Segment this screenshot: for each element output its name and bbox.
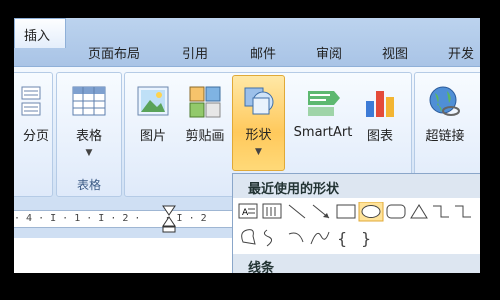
lines-title: 线条 [248,261,275,273]
table-button[interactable]: 表格 ▼ [57,85,121,159]
svg-text:A: A [242,208,249,218]
curve-shape-icon[interactable] [310,231,330,245]
arc-shape-icon[interactable] [288,232,304,243]
tab-references[interactable]: 引用 [182,43,208,62]
group-pages: 分页 [14,72,53,197]
hyperlink-globe-icon [429,86,460,116]
triangle-shape-icon[interactable] [410,204,428,219]
table-label: 表格 [75,129,102,144]
shapes-icon [244,87,273,115]
lines-header: 线条 [233,254,480,273]
table-dropdown-arrow-icon: ▼ [85,148,93,158]
group-tables: 表格 ▼ 表格 [56,72,122,197]
scribble-shape-icon[interactable] [263,229,273,247]
text-box-shape-icon[interactable]: A [238,203,258,219]
hyperlink-label: 超链接 [425,129,465,144]
shapes-button[interactable]: 形状 ▼ [232,75,285,171]
rectangle-shape-icon[interactable] [336,204,356,219]
line-shape-icon[interactable] [288,204,306,219]
picture-button[interactable]: 图片 [130,85,176,144]
chart-button[interactable]: 图表 [357,85,403,144]
smartart-label: SmartArt [293,125,353,140]
picture-label: 图片 [139,129,166,144]
arrow-shape-icon[interactable] [312,204,330,219]
tab-review[interactable]: 审阅 [316,43,342,62]
page-break-label: 分页 [22,129,49,144]
shapes-dropdown-menu: 最近使用的形状 A { } 线条 [232,173,480,273]
ribbon-tab-bar: 插入 页面布局 引用 邮件 审阅 视图 开发 [14,18,480,66]
page-break-icon [21,86,41,116]
oval-shape-icon[interactable] [361,205,381,218]
right-brace-shape-icon[interactable]: } [361,229,371,248]
left-brace-shape-icon[interactable]: { [337,229,347,248]
hyperlink-button[interactable]: 超链接 [417,85,473,144]
table-icon [72,86,106,116]
recent-shapes-grid: A { } [238,202,471,248]
word-window: 插入 页面布局 引用 邮件 审阅 视图 开发 分页 表格 ▼ 表格 图片 剪贴画… [14,18,480,273]
elbow-connector-shape-icon[interactable] [433,205,449,218]
page-break-button[interactable]: 分页 [14,85,49,144]
clipart-label: 剪贴画 [185,129,225,144]
recent-shapes-title: 最近使用的形状 [248,182,340,197]
picture-icon [137,86,169,116]
elbow-arrow-connector-shape-icon[interactable] [455,205,471,218]
smartart-button[interactable]: SmartArt [293,85,353,140]
tab-insert[interactable]: 插入 [14,18,66,48]
tab-view[interactable]: 视图 [382,43,408,62]
indent-marker-icon[interactable] [162,205,176,233]
tab-developer[interactable]: 开发 [448,43,474,62]
chart-label: 图表 [366,129,393,144]
shapes-dropdown-arrow-icon: ▼ [255,147,262,157]
shapes-label: 形状 [245,128,272,143]
ruler-marks: · 4 · I · 1 · I · 2 · · I · 2 [14,213,207,224]
document-area[interactable] [14,238,234,273]
smartart-icon [308,91,340,116]
vertical-text-box-shape-icon[interactable] [262,203,282,219]
recent-shapes-header: 最近使用的形状 [233,174,480,198]
horizontal-ruler: · 4 · I · 1 · I · 2 · · I · 2 [14,198,234,238]
clipart-button[interactable]: 剪贴画 [180,85,230,144]
group-tables-label: 表格 [76,178,101,192]
chart-icon [366,91,394,117]
tab-mailings[interactable]: 邮件 [250,43,276,62]
ruler-strip: · 4 · I · 1 · I · 2 · · I · 2 [14,205,234,233]
freeform-shape-icon[interactable] [241,229,256,245]
rounded-rectangle-shape-icon[interactable] [386,204,406,219]
tab-page-layout[interactable]: 页面布局 [88,43,140,62]
clipart-icon [189,86,221,118]
tab-insert-label: 插入 [24,29,51,44]
